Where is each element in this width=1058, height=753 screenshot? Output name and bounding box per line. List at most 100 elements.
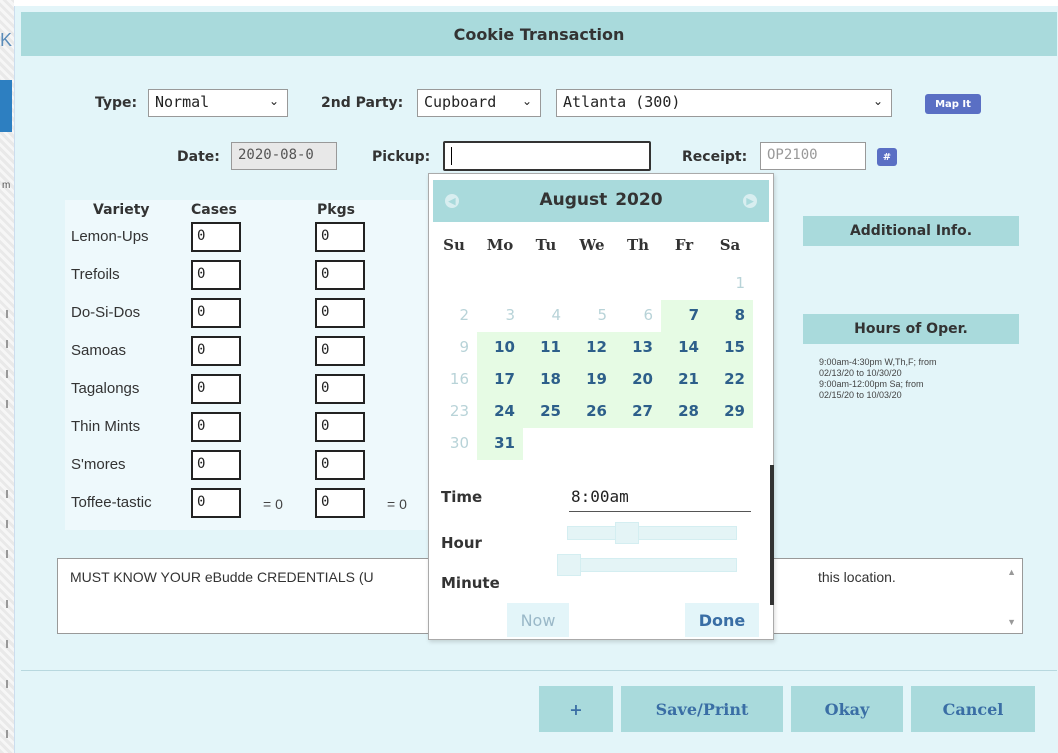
weekday-header: Sa (719, 236, 741, 254)
hour-slider-handle[interactable] (615, 522, 640, 544)
type-select[interactable]: Normal ⌄ (148, 89, 288, 117)
pickup-label: Pickup: (372, 149, 431, 165)
pkgs-input[interactable]: 0 (315, 222, 365, 252)
second-party-select[interactable]: Cupboard ⌄ (417, 89, 541, 117)
variety-row: S'mores 0 0 (65, 450, 475, 480)
calendar-day[interactable]: 14 (661, 332, 707, 364)
calendar-day[interactable]: 31 (477, 428, 523, 460)
pkgs-input[interactable]: 0 (315, 488, 365, 518)
pkgs-input[interactable]: 0 (315, 336, 365, 366)
calendar-day[interactable]: 13 (615, 332, 661, 364)
calendar-day[interactable]: 26 (569, 396, 615, 428)
variety-row: Samoas 0 0 (65, 336, 475, 366)
calendar-day[interactable]: 18 (523, 364, 569, 396)
pkgs-input[interactable]: 0 (315, 298, 365, 328)
receipt-input[interactable]: OP2100 (760, 142, 866, 170)
minute-slider[interactable] (567, 558, 737, 572)
calendar-day[interactable]: 22 (707, 364, 753, 396)
pkgs-total: = 0 (387, 496, 407, 512)
cases-input[interactable]: 0 (191, 336, 241, 366)
calendar-month-year: August 2020 (433, 190, 769, 210)
variety-name: S'mores (71, 456, 126, 473)
calendar-day[interactable]: 10 (477, 332, 523, 364)
next-month-icon[interactable]: ▶ (743, 194, 757, 208)
background-tick (6, 400, 8, 408)
calendar-day[interactable]: 8 (707, 300, 753, 332)
calendar-year: 2020 (615, 190, 663, 210)
background-side-letter: m (2, 180, 11, 191)
background-tick (6, 680, 8, 688)
cases-total: = 0 (263, 496, 283, 512)
cases-input[interactable]: 0 (191, 374, 241, 404)
scroll-down-arrow-icon[interactable]: ▼ (1007, 617, 1016, 627)
date-field[interactable]: 2020-08-0 (231, 142, 337, 170)
calendar-day: 2 (459, 306, 469, 324)
chevron-down-icon: ⌄ (268, 94, 279, 108)
calendar-day[interactable]: 24 (477, 396, 523, 428)
calendar-day[interactable]: 27 (615, 396, 661, 428)
variety-name: Trefoils (71, 266, 120, 283)
receipt-number-button[interactable]: # (877, 148, 897, 166)
type-select-value: Normal (155, 93, 210, 111)
background-tick (6, 730, 8, 738)
cases-input[interactable]: 0 (191, 450, 241, 480)
minute-label: Minute (441, 574, 500, 592)
date-time-picker: ◀ August 2020 ▶ Su Mo Tu We Th Fr Sa 1 2 3 4 5 6 7 8 9 10… (428, 173, 774, 640)
time-label: Time (441, 488, 483, 506)
background-tick (6, 370, 8, 378)
background-tick (6, 550, 8, 558)
pickup-input[interactable] (443, 141, 651, 171)
pkgs-input[interactable]: 0 (315, 260, 365, 290)
calendar-day[interactable]: 21 (661, 364, 707, 396)
calendar-day[interactable]: 19 (569, 364, 615, 396)
calendar-month: August (539, 190, 608, 210)
time-value: 8:00am (569, 484, 751, 512)
variety-name: Do-Si-Dos (71, 304, 141, 321)
hour-slider[interactable] (567, 526, 737, 540)
additional-info-header[interactable]: Additional Info. (803, 216, 1019, 246)
calendar-day[interactable]: 25 (523, 396, 569, 428)
background-tick (6, 640, 8, 648)
add-button[interactable]: + (539, 686, 613, 732)
hours-line: 9:00am-12:00pm Sa; from (819, 379, 924, 389)
chevron-down-icon: ⌄ (872, 94, 883, 108)
variety-name: Thin Mints (71, 418, 141, 435)
save-print-button[interactable]: Save/Print (621, 686, 783, 732)
okay-button[interactable]: Okay (791, 686, 903, 732)
cases-input[interactable]: 0 (191, 298, 241, 328)
calendar-day[interactable]: 15 (707, 332, 753, 364)
cases-input[interactable]: 0 (191, 488, 241, 518)
pkgs-input[interactable]: 0 (315, 450, 365, 480)
done-button[interactable]: Done (685, 603, 759, 637)
calendar-day[interactable]: 11 (523, 332, 569, 364)
calendar-day[interactable]: 20 (615, 364, 661, 396)
pkgs-input[interactable]: 0 (315, 412, 365, 442)
weekday-header: Tu (535, 236, 557, 254)
calendar-day[interactable]: 17 (477, 364, 523, 396)
calendar-day[interactable]: 7 (661, 300, 707, 332)
now-button[interactable]: Now (507, 603, 569, 637)
weekday-header: Su (443, 236, 465, 254)
background-page-edge: K m (0, 0, 14, 753)
variety-header: Variety (93, 202, 150, 218)
calendar-day: 6 (643, 306, 653, 324)
weekday-header: Mo (486, 236, 514, 254)
variety-row: Thin Mints 0 0 (65, 412, 475, 442)
cases-input[interactable]: 0 (191, 260, 241, 290)
location-select[interactable]: Atlanta (300) ⌄ (556, 89, 892, 117)
calendar-day[interactable]: 29 (707, 396, 753, 428)
scroll-up-arrow-icon[interactable]: ▲ (1007, 567, 1016, 577)
pkgs-input[interactable]: 0 (315, 374, 365, 404)
calendar-day: 1 (735, 274, 745, 292)
calendar-day[interactable]: 12 (569, 332, 615, 364)
cancel-button[interactable]: Cancel (911, 686, 1035, 732)
map-it-button[interactable]: Map It (925, 94, 981, 114)
second-party-value: Cupboard (424, 93, 497, 111)
calendar-day[interactable]: 28 (661, 396, 707, 428)
background-tick (6, 340, 8, 348)
variety-name: Lemon-Ups (71, 228, 149, 245)
background-tick (6, 520, 8, 528)
cases-input[interactable]: 0 (191, 222, 241, 252)
cases-input[interactable]: 0 (191, 412, 241, 442)
minute-slider-handle[interactable] (557, 554, 581, 576)
